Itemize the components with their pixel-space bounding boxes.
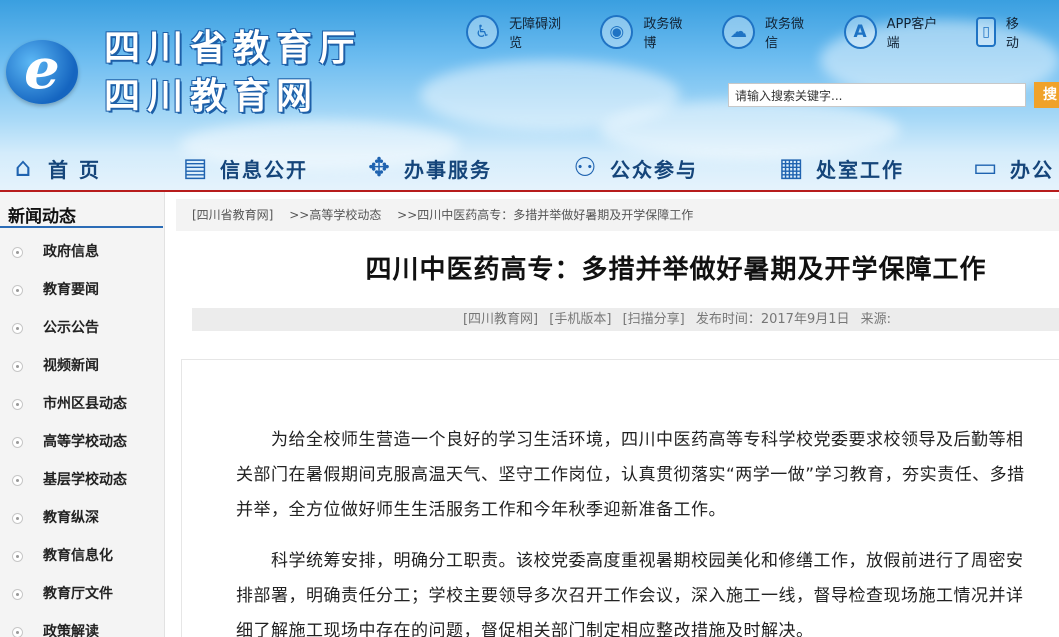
site-title-line1: 四川省教育厅 xyxy=(104,27,363,69)
service-gear-icon: ✥ xyxy=(368,153,390,183)
breadcrumb-category-link[interactable]: >>高等学校动态 xyxy=(289,208,381,222)
main-nav: ⌂ 首 页 ▤ 信息公开 ✥ 办事服务 ⚇ 公众参与 ▦ 处室工作 ▭ 办公 xyxy=(0,146,1059,190)
document-list-icon: ▤ xyxy=(182,153,208,183)
sidebar-item[interactable]: 教育纵深 xyxy=(0,499,165,537)
article-meta: [四川教育网] [手机版本] [扫描分享] 发布时间：2017年9月1日 来源: xyxy=(192,308,1059,331)
phone-icon: ▯ xyxy=(976,17,996,47)
sidebar-title: 新闻动态 xyxy=(8,207,76,227)
calendar-icon: ▦ xyxy=(778,153,804,183)
toplink-weibo[interactable]: ◉ 政务微博 xyxy=(600,14,694,51)
sidebar: 新闻动态 政府信息 教育要闻 公示公告 视频新闻 市州区县动态 高等学校动态 基… xyxy=(0,192,165,637)
search-button[interactable]: 搜 xyxy=(1034,82,1059,108)
top-links: ♿ 无障碍浏览 ◉ 政务微博 ☁ 政务微信 A APP客户端 ▯ 移动 xyxy=(466,14,1059,51)
nav-label: 办公 xyxy=(1010,157,1054,182)
user-settings-icon: ⚇ xyxy=(573,153,597,183)
bullet-icon xyxy=(12,551,23,562)
bullet-icon xyxy=(12,589,23,600)
sidebar-item[interactable]: 市州区县动态 xyxy=(0,385,165,423)
toplink-label: APP客户端 xyxy=(886,17,938,51)
sidebar-list: 政府信息 教育要闻 公示公告 视频新闻 市州区县动态 高等学校动态 基层学校动态… xyxy=(0,233,165,637)
breadcrumb-current-link[interactable]: >>四川中医药高专：多措并举做好暑期及开学保障工作 xyxy=(397,208,693,222)
source-site-link[interactable]: [四川教育网] xyxy=(463,312,538,327)
bullet-icon xyxy=(12,513,23,524)
sidebar-item-label: 公示公告 xyxy=(43,320,99,336)
bullet-icon xyxy=(12,437,23,448)
sidebar-item-label: 视频新闻 xyxy=(43,358,99,374)
breadcrumb: [四川省教育网] >>高等学校动态 >>四川中医药高专：多措并举做好暑期及开学保… xyxy=(176,199,1059,231)
article-title: 四川中医药高专：多措并举做好暑期及开学保障工作 xyxy=(365,255,987,285)
bullet-icon xyxy=(12,627,23,637)
sidebar-item[interactable]: 教育信息化 xyxy=(0,537,165,575)
search-input[interactable] xyxy=(728,83,1026,107)
sidebar-item-label: 政策解读 xyxy=(43,624,99,637)
sidebar-item[interactable]: 公示公告 xyxy=(0,309,165,347)
nav-label: 首 页 xyxy=(48,157,101,182)
nav-info-disclosure[interactable]: ▤ 信息公开 xyxy=(180,146,308,190)
toplink-mobile[interactable]: ▯ 移动 xyxy=(976,14,1031,51)
wechat-icon: ☁ xyxy=(721,15,756,49)
bullet-icon xyxy=(12,361,23,372)
home-icon: ⌂ xyxy=(14,153,32,183)
bullet-icon xyxy=(12,475,23,486)
nav-label: 处室工作 xyxy=(816,157,904,182)
nav-services[interactable]: ✥ 办事服务 xyxy=(364,146,492,190)
site-title[interactable]: 四川省教育厅 四川教育网 xyxy=(104,24,362,120)
nav-public-participation[interactable]: ⚇ 公众参与 xyxy=(570,146,698,190)
sidebar-item-label: 高等学校动态 xyxy=(43,434,127,450)
sidebar-item-label: 基层学校动态 xyxy=(43,472,127,488)
sidebar-item-label: 教育信息化 xyxy=(43,548,113,564)
nav-home[interactable]: ⌂ 首 页 xyxy=(8,146,101,190)
toplink-accessibility[interactable]: ♿ 无障碍浏览 xyxy=(466,14,572,51)
sidebar-item[interactable]: 政策解读 xyxy=(0,613,165,637)
sidebar-item-label: 教育要闻 xyxy=(43,282,99,298)
bullet-icon xyxy=(12,323,23,334)
toplink-label: 政务微信 xyxy=(765,17,805,51)
site-title-line2: 四川教育网 xyxy=(104,75,320,117)
toplink-app[interactable]: A APP客户端 xyxy=(843,14,949,51)
nav-office-work[interactable]: ▦ 处室工作 xyxy=(776,146,904,190)
sidebar-item[interactable]: 基层学校动态 xyxy=(0,461,165,499)
sidebar-item-label: 市州区县动态 xyxy=(43,396,127,412)
sidebar-item[interactable]: 视频新闻 xyxy=(0,347,165,385)
nav-office[interactable]: ▭ 办公 xyxy=(970,146,1054,190)
toplink-label: 移动 xyxy=(1005,17,1019,51)
nav-label: 办事服务 xyxy=(404,157,492,182)
sidebar-header: 新闻动态 xyxy=(0,200,163,228)
scan-share-link[interactable]: [扫描分享] xyxy=(623,312,685,327)
toplink-label: 无障碍浏览 xyxy=(509,17,562,51)
article-paragraph: 为给全校师生营造一个良好的学习生活环境，四川中医药高等专科学校党委要求校领导及后… xyxy=(236,430,1025,520)
sidebar-item[interactable]: 政府信息 xyxy=(0,233,165,271)
article-paragraph: 科学统筹安排，明确分工职责。该校党委高度重视暑期校园美化和修缮工作，放假前进行了… xyxy=(236,551,1024,637)
breadcrumb-home-link[interactable]: [四川省教育网] xyxy=(192,208,273,222)
sidebar-item[interactable]: 教育要闻 xyxy=(0,271,165,309)
app-store-icon: A xyxy=(843,15,877,49)
nav-label: 信息公开 xyxy=(220,157,308,182)
weibo-icon: ◉ xyxy=(600,15,634,49)
bullet-icon xyxy=(12,247,23,258)
publish-time: 发布时间：2017年9月1日 xyxy=(695,312,850,327)
mobile-version-link[interactable]: [手机版本] xyxy=(549,312,611,327)
article-source: 来源: xyxy=(860,312,892,327)
sidebar-item[interactable]: 教育厅文件 xyxy=(0,575,165,613)
toplink-label: 政务微博 xyxy=(643,17,683,51)
nav-label: 公众参与 xyxy=(610,157,698,182)
sidebar-item-label: 政府信息 xyxy=(43,244,99,260)
sidebar-item-label: 教育纵深 xyxy=(43,510,99,526)
bullet-icon xyxy=(12,285,23,296)
sidebar-item[interactable]: 高等学校动态 xyxy=(0,423,165,461)
accessibility-icon: ♿ xyxy=(466,15,500,49)
sidebar-item-label: 教育厅文件 xyxy=(43,586,113,602)
monitor-icon: ▭ xyxy=(972,153,998,183)
bullet-icon xyxy=(12,399,23,410)
toplink-wechat[interactable]: ☁ 政务微信 xyxy=(721,14,816,51)
site-logo-icon[interactable]: e xyxy=(6,40,78,104)
